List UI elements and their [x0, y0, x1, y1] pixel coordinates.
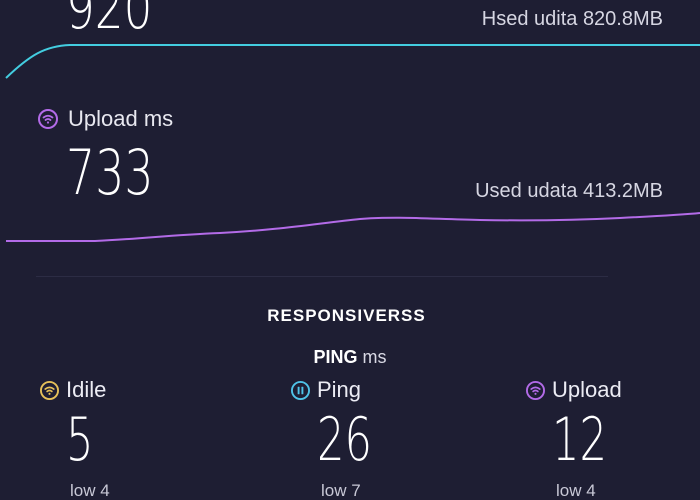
idle-label: Idile [66, 377, 107, 402]
ping-subtitle-unit: ms [362, 347, 387, 367]
upload-graph-line [6, 212, 700, 242]
wifi-icon [40, 380, 59, 400]
pause-icon [291, 380, 310, 400]
download-graph-line [5, 44, 700, 79]
upload-header: Upload ms [38, 106, 173, 132]
upload-wifi-icon [38, 109, 58, 129]
wifi-icon [526, 380, 545, 400]
speed-test-screen: 920 Hsed udita 820.8MB Upload ms 733 Use… [0, 0, 700, 500]
download-graph [5, 44, 700, 79]
ping-value: 26 [317, 405, 372, 475]
ping-metric: Ping 26 low 7 [291, 377, 372, 500]
upload-graph [6, 212, 700, 242]
idle-low: low 4 [70, 481, 110, 500]
idle-metric-header: Idile [40, 377, 106, 403]
ping-label: Ping [317, 377, 362, 402]
idle-metric: Idile 5 low 4 [40, 377, 110, 500]
ping-subtitle-label: PING [313, 347, 358, 367]
idle-value: 5 [66, 405, 94, 475]
download-used-data: Hsed udita 820.8MB [481, 8, 663, 30]
responsiveness-title: RESPONSIVERSS [267, 306, 426, 325]
upload-ping-value: 12 [552, 405, 607, 475]
ping-low: low 7 [321, 481, 361, 500]
section-divider [36, 276, 608, 277]
upload-ping-metric: Upload 12 low 4 [526, 377, 622, 500]
ping-subtitle: PING ms [0, 347, 700, 368]
upload-ping-label: Upload [552, 377, 622, 402]
ping-metric-header: Ping [291, 377, 361, 403]
upload-ping-metric-header: Upload [526, 377, 622, 403]
upload-label: Upload ms [68, 106, 174, 131]
upload-ping-low: low 4 [556, 481, 596, 500]
